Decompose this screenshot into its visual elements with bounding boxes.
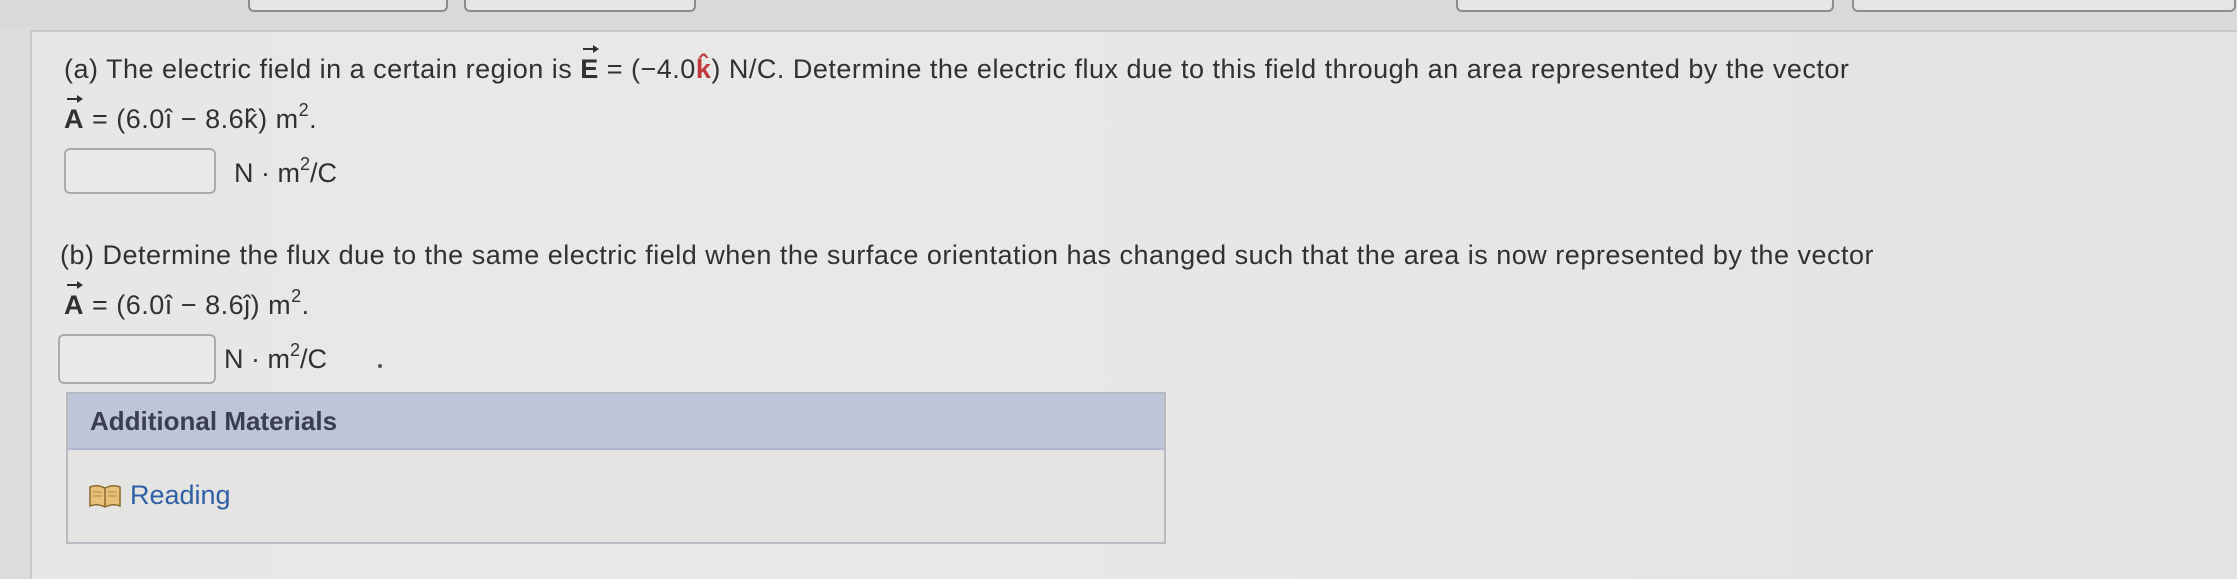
vector-A: A [64, 281, 84, 320]
part-b-line-2: A = (6.0î − 8.6ĵ) m2. [64, 281, 310, 321]
toolbar-tab[interactable] [464, 0, 696, 12]
book-icon [88, 484, 122, 508]
reading-label: Reading [130, 480, 231, 510]
exponent: 2 [291, 286, 302, 306]
part-a-unit: N · m2/C [234, 154, 337, 189]
stray-mark [378, 364, 382, 368]
period: . [301, 290, 310, 320]
top-toolbar [0, 0, 2237, 28]
unit-vector-k: k̂ [695, 54, 712, 84]
period: . [309, 104, 318, 134]
part-b-area-vector: = (6.0î − 8.6ĵ) m [84, 290, 292, 320]
toolbar-tab[interactable] [1852, 0, 2236, 12]
unit-base: N · m [234, 158, 300, 188]
reading-link[interactable]: Reading [88, 480, 231, 511]
part-a-line-1: (a) The electric field in a certain regi… [64, 45, 1850, 85]
unit-denominator: /C [310, 158, 337, 188]
part-b-unit: N · m2/C [224, 340, 327, 375]
part-a-line-2: A = (6.0î − 8.6k̂) m2. [64, 95, 318, 135]
toolbar-tab[interactable] [1456, 0, 1834, 12]
unit-base: N · m [224, 344, 290, 374]
vector-E: E [580, 45, 599, 84]
part-a-intro: (a) The electric field in a certain regi… [64, 54, 581, 84]
unit-exponent: 2 [299, 154, 310, 174]
additional-materials-header: Additional Materials [68, 394, 1164, 450]
part-b-answer-input[interactable] [58, 334, 216, 384]
vector-A: A [64, 95, 84, 134]
unit-exponent: 2 [289, 340, 300, 360]
part-b-line-1: (b) Determine the flux due to the same e… [60, 240, 1874, 270]
part-a-area-vector: = (6.0î − 8.6k̂) m [84, 104, 299, 134]
part-a-answer-input[interactable] [64, 148, 216, 194]
additional-materials-box: Additional Materials Reading [66, 392, 1166, 544]
exponent: 2 [298, 100, 310, 120]
unit-denominator: /C [300, 344, 327, 374]
part-a-field-value: = (−4.0 [598, 54, 696, 84]
toolbar-tab[interactable] [248, 0, 448, 12]
part-a-question: ) N/C. Determine the electric flux due t… [711, 54, 1850, 84]
